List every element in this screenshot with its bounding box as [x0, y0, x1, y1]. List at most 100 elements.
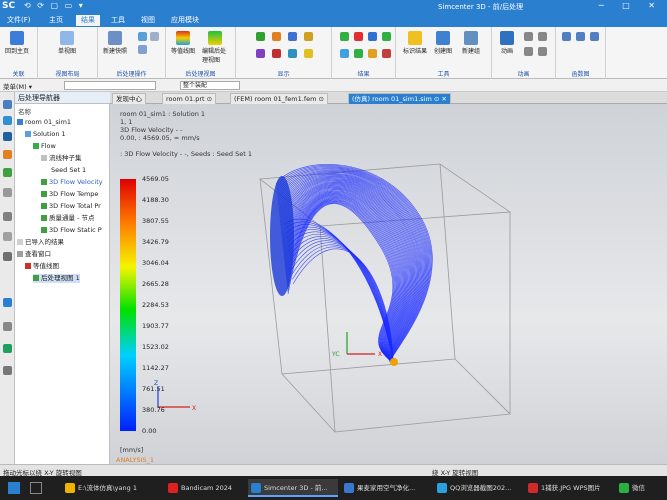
- column-header-name[interactable]: 名称: [18, 106, 31, 116]
- settings-icon[interactable]: [3, 232, 12, 241]
- yc-label: YC: [331, 351, 340, 358]
- menu-file[interactable]: 文件(F): [2, 15, 36, 26]
- tree-item-flow[interactable]: Flow: [33, 142, 56, 151]
- windows-start-icon[interactable]: [8, 482, 20, 494]
- display-icon[interactable]: [304, 49, 313, 58]
- menu-home[interactable]: 主页: [44, 15, 68, 26]
- title-bar: SC ⟲ ⟳ ▢ ▭ ▾ Simcenter 3D - 前/后处理 ─ □ ✕: [0, 0, 667, 13]
- result-icon[interactable]: [382, 32, 391, 41]
- window-title: Simcenter 3D - 前/后处理: [438, 3, 524, 11]
- tree-item-sim[interactable]: room 01_sim1: [17, 118, 71, 127]
- menu-tools[interactable]: 工具: [106, 15, 130, 26]
- tree-item-solution[interactable]: Solution 1: [25, 130, 66, 139]
- contour-button[interactable]: 等值线图: [170, 31, 196, 55]
- display-icon[interactable]: [272, 49, 281, 58]
- graph-icon[interactable]: [576, 32, 585, 41]
- resource-bar: [0, 92, 15, 464]
- taskbar-item-simcenter[interactable]: Simcenter 3D - 前...: [248, 479, 338, 497]
- tab-fem[interactable]: (FEM) room 01_fem1.fem ⊙: [230, 93, 328, 104]
- create-graph-button[interactable]: 创建图: [430, 31, 456, 55]
- display-icon[interactable]: [256, 32, 265, 41]
- type-filter-select[interactable]: [64, 81, 156, 90]
- stop-icon[interactable]: [524, 47, 533, 56]
- web-icon[interactable]: [3, 188, 12, 197]
- reuse-icon[interactable]: [3, 168, 12, 177]
- tree-item-flow-total-pressure[interactable]: 3D Flow Total Pr: [41, 202, 101, 211]
- tree-item-flow-temperature[interactable]: 3D Flow Tempe: [41, 190, 98, 199]
- menu-view[interactable]: 视图: [136, 15, 160, 26]
- graph-icon[interactable]: [562, 32, 571, 41]
- edit-postview-button[interactable]: 编辑后处理视图: [202, 31, 228, 64]
- part-icon[interactable]: [3, 116, 12, 125]
- tree-item-contour[interactable]: 等值线图: [25, 262, 59, 271]
- globe-icon[interactable]: [3, 298, 12, 307]
- result-icon[interactable]: [354, 49, 363, 58]
- tree-item-seed-sets[interactable]: 流线种子集: [41, 154, 82, 163]
- quick-access-toolbar[interactable]: ⟲ ⟳ ▢ ▭ ▾: [24, 1, 85, 10]
- taskbar-item-bandicam[interactable]: Bandicam 2024: [165, 479, 245, 497]
- sim-icon[interactable]: [3, 132, 12, 141]
- history-icon[interactable]: [3, 150, 12, 159]
- tree-item-flow-static-pressure[interactable]: 3D Flow Static P: [41, 226, 102, 235]
- display-icon[interactable]: [288, 49, 297, 58]
- clock-icon[interactable]: [3, 322, 12, 331]
- result-icon: [41, 203, 47, 209]
- tab-discovery-center[interactable]: 发现中心: [112, 93, 146, 104]
- tree-item-seed-set-1[interactable]: Seed Set 1: [51, 166, 86, 175]
- single-view-button[interactable]: 单视图: [54, 31, 80, 55]
- taskbar-item-qq-browser[interactable]: QQ浏览器截图202...: [434, 479, 522, 497]
- tree-item-mass-flux[interactable]: 质量通量 - 节点: [41, 214, 94, 223]
- taskbar-item-explorer[interactable]: E:\流体仿真\yang 1: [62, 479, 162, 497]
- palette-icon[interactable]: [3, 366, 12, 375]
- taskbar-item-browser[interactable]: 果麦家用空气净化...: [341, 479, 431, 497]
- task-view-icon[interactable]: [30, 482, 42, 494]
- tool-icon[interactable]: [150, 32, 159, 41]
- tab-sim[interactable]: (仿真) room 01_sim1.sim ⊙ ✕: [348, 93, 451, 104]
- tree-item-postview-1[interactable]: 后处理视图 1: [33, 274, 80, 283]
- display-icon[interactable]: [256, 49, 265, 58]
- result-icon[interactable]: [340, 32, 349, 41]
- tree-item-flow-velocity[interactable]: 3D Flow Velocity: [41, 178, 103, 187]
- menu-application[interactable]: 应用模块: [166, 15, 204, 26]
- folder-icon: [65, 483, 75, 493]
- new-group-button[interactable]: 新建组: [458, 31, 484, 55]
- tree-item-viewports[interactable]: 查看窗口: [17, 250, 51, 259]
- role-icon[interactable]: [3, 212, 12, 221]
- streamline: [275, 164, 433, 363]
- result-icon[interactable]: [368, 49, 377, 58]
- graphics-viewport[interactable]: room 01_sim1 : Solution 1 1, 1 3D Flow V…: [110, 104, 667, 464]
- result-icon: [41, 215, 47, 221]
- chart-icon[interactable]: [3, 344, 12, 353]
- taskbar-item-wps-image[interactable]: 1捕获.JPG WPS图片: [525, 479, 613, 497]
- menu-dropdown[interactable]: 菜单(M) ▾: [3, 81, 32, 91]
- contour-icon: [25, 263, 31, 269]
- result-icon[interactable]: [382, 49, 391, 58]
- display-icon[interactable]: [272, 32, 281, 41]
- identify-result-button[interactable]: 标识结果: [402, 31, 428, 55]
- display-icon[interactable]: [288, 32, 297, 41]
- tool-icon[interactable]: [138, 45, 147, 54]
- menu-results[interactable]: 结果: [76, 15, 100, 26]
- play-icon[interactable]: [524, 32, 533, 41]
- taskbar-item-wechat[interactable]: 微信: [616, 479, 664, 497]
- result-icon[interactable]: [354, 32, 363, 41]
- tool-icon[interactable]: [3, 252, 12, 261]
- result-icon[interactable]: [340, 49, 349, 58]
- step-icon[interactable]: [538, 47, 547, 56]
- graph-icon[interactable]: [590, 32, 599, 41]
- display-icon[interactable]: [304, 32, 313, 41]
- scope-select[interactable]: 整个装配: [180, 81, 240, 90]
- animation-button[interactable]: 动画: [494, 31, 520, 55]
- new-snapshot-button[interactable]: 新建快照: [102, 31, 128, 55]
- simcenter-icon: [251, 483, 261, 493]
- tree-item-imported-results[interactable]: 已导入的结果: [17, 238, 64, 247]
- pause-icon[interactable]: [538, 32, 547, 41]
- window-controls[interactable]: ─ □ ✕: [599, 1, 663, 10]
- navigator-icon[interactable]: [3, 100, 12, 109]
- streamlines: [275, 164, 433, 363]
- tab-part[interactable]: room 01.prt ⊙: [162, 93, 217, 104]
- flow-icon: [33, 143, 39, 149]
- tool-icon[interactable]: [138, 32, 147, 41]
- home-button[interactable]: 回到主页: [4, 31, 30, 55]
- result-icon[interactable]: [368, 32, 377, 41]
